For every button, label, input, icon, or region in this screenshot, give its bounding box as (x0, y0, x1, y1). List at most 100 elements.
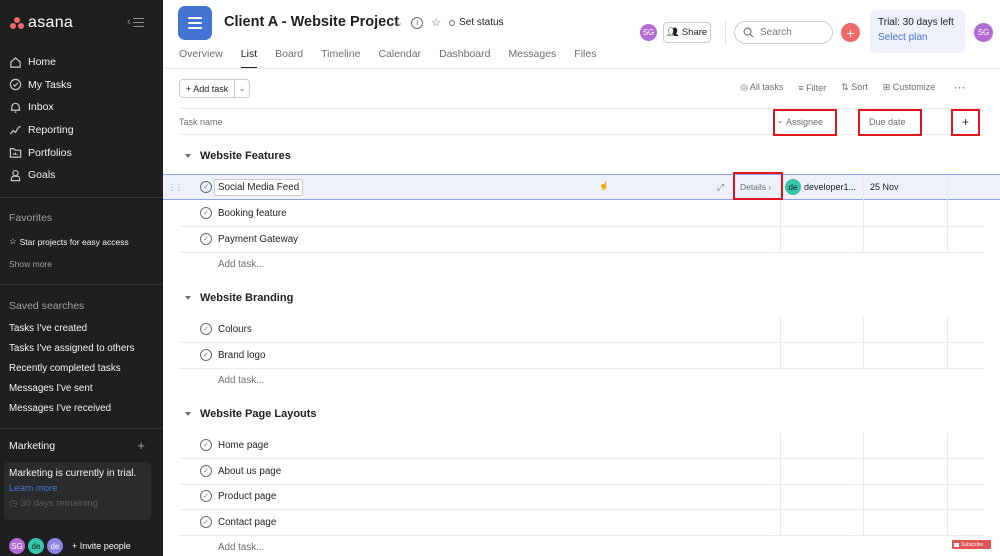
assignee-cell[interactable]: de developer1... (785, 179, 856, 195)
tab-dashboard[interactable]: Dashboard (439, 48, 490, 69)
all-tasks-button[interactable]: ◎ All tasks (740, 82, 783, 93)
chevron-down-icon[interactable]: ⌄ (394, 16, 403, 29)
project-list-icon (178, 6, 212, 40)
add-task-row[interactable]: Add task... (218, 375, 264, 386)
complete-check-icon[interactable]: ✓ (200, 349, 212, 361)
task-row[interactable]: ✓ Product page (179, 484, 984, 510)
section-header[interactable]: Website Page Layouts (185, 408, 317, 420)
sort-icon: ⇅ (841, 82, 852, 92)
star-icon: ☆ (9, 236, 17, 246)
tab-calendar[interactable]: Calendar (378, 48, 421, 69)
task-name[interactable]: Colours (218, 324, 252, 335)
task-row[interactable]: ✓ About us page (179, 459, 984, 485)
add-task-row[interactable]: Add task... (218, 259, 264, 270)
customize-button[interactable]: ⊞ Customize (883, 82, 936, 93)
more-options-icon[interactable]: ··· (954, 83, 966, 93)
tab-board[interactable]: Board (275, 48, 303, 69)
task-row-selected[interactable]: ⋮⋮ ✓ Social Media Feed ☝ ⤢ Details › de d… (163, 174, 1000, 201)
add-team-icon[interactable]: + (137, 439, 145, 452)
filter-button[interactable]: ≡ Filter (798, 83, 826, 93)
complete-check-icon[interactable]: ✓ (200, 516, 212, 528)
user-avatar[interactable]: SG (974, 23, 993, 42)
invite-people-button[interactable]: + Invite people (72, 541, 131, 551)
sort-label: Sort (851, 82, 868, 92)
complete-check-icon[interactable]: ✓ (200, 207, 212, 219)
folder-icon (9, 148, 22, 158)
task-row[interactable]: ✓ Booking feature (179, 201, 984, 227)
add-task-button[interactable]: + Add task (180, 80, 236, 97)
task-row[interactable]: ✓ Home page (179, 433, 984, 459)
task-name-column[interactable]: Task name (179, 117, 223, 127)
subtask-expand-icon[interactable]: ⤢ (717, 182, 724, 193)
caret-down-icon (185, 412, 191, 416)
complete-check-icon[interactable]: ✓ (200, 233, 212, 245)
complete-check-icon[interactable]: ✓ (200, 490, 212, 502)
sidebar-item-inbox[interactable]: Inbox (0, 96, 163, 119)
sidebar-item-home[interactable]: Home (0, 51, 163, 74)
saved-search-item[interactable]: Messages I've received (9, 402, 134, 422)
add-task-dropdown[interactable]: ⌄ (235, 80, 249, 97)
task-row[interactable]: ✓ Brand logo (179, 343, 984, 369)
share-button[interactable]: 👥︎ Share (663, 22, 711, 43)
project-tabs: Overview List Board Timeline Calendar Da… (179, 48, 596, 69)
section-header[interactable]: Website Branding (185, 292, 293, 304)
tab-messages[interactable]: Messages (508, 48, 556, 69)
sidebar-item-my-tasks[interactable]: My Tasks (0, 74, 163, 97)
complete-check-icon[interactable]: ✓ (200, 439, 212, 451)
team-name[interactable]: Marketing (9, 440, 55, 452)
sidebar-item-portfolios[interactable]: Portfolios (0, 141, 163, 164)
complete-check-icon[interactable]: ✓ (200, 181, 212, 193)
task-name[interactable]: Payment Gateway (218, 234, 298, 245)
saved-search-item[interactable]: Tasks I've assigned to others (9, 342, 134, 362)
saved-search-item[interactable]: Messages I've sent (9, 382, 134, 402)
cursor-icon: ☝ (599, 181, 609, 190)
sidebar-item-reporting[interactable]: Reporting (0, 119, 163, 142)
subscribe-badge[interactable]: Subscribe (952, 540, 991, 549)
set-status-button[interactable]: Set status (449, 17, 504, 28)
due-date-cell[interactable]: 25 Nov (870, 182, 899, 192)
sort-button[interactable]: ⇅ Sort (841, 82, 868, 93)
complete-check-icon[interactable]: ✓ (200, 323, 212, 335)
task-name[interactable]: Product page (218, 491, 276, 502)
search-box[interactable] (734, 21, 833, 44)
drag-handle-icon[interactable]: ⋮⋮ (168, 183, 183, 192)
add-task-row[interactable]: Add task... (218, 542, 264, 553)
tab-overview[interactable]: Overview (179, 48, 223, 69)
asana-logo[interactable]: asana (10, 14, 73, 32)
task-name[interactable]: Contact page (218, 517, 276, 528)
check-circle-icon: ◎ (740, 82, 750, 92)
task-row[interactable]: ✓ Payment Gateway (179, 227, 984, 253)
avatar[interactable]: de (28, 538, 44, 554)
task-row[interactable]: ✓ Colours (179, 317, 984, 343)
star-icon[interactable]: ☆ (431, 16, 441, 29)
caret-down-icon (185, 296, 191, 300)
member-avatar[interactable]: SG (640, 24, 657, 41)
subscribe-label: Subscribe (961, 541, 984, 548)
main-content: Client A - Website Project ⌄ i ☆ Set sta… (163, 0, 1000, 556)
task-name[interactable]: Home page (218, 440, 269, 451)
task-row[interactable]: ✓ Contact page (179, 510, 984, 536)
sidebar-item-goals[interactable]: Goals (0, 164, 163, 187)
learn-more-link[interactable]: Learn more (9, 483, 146, 494)
avatar[interactable]: SG (9, 538, 25, 554)
show-more-link[interactable]: Show more (9, 259, 52, 269)
tab-files[interactable]: Files (574, 48, 596, 69)
complete-check-icon[interactable]: ✓ (200, 465, 212, 477)
section-header[interactable]: Website Features (185, 150, 291, 162)
task-name[interactable]: Brand logo (218, 350, 265, 361)
avatar[interactable]: de (47, 538, 63, 554)
tab-timeline[interactable]: Timeline (321, 48, 360, 69)
saved-search-item[interactable]: Tasks I've created (9, 322, 134, 342)
saved-search-item[interactable]: Recently completed tasks (9, 362, 134, 382)
task-name[interactable]: Booking feature (218, 208, 287, 219)
select-plan-link[interactable]: Select plan (878, 32, 957, 43)
task-name[interactable]: About us page (218, 466, 281, 477)
info-icon[interactable]: i (411, 16, 424, 29)
tab-list[interactable]: List (240, 48, 258, 69)
collapse-sidebar-button[interactable]: ‹ (127, 15, 147, 29)
quick-add-button[interactable]: + (841, 23, 860, 42)
search-input[interactable] (760, 27, 820, 38)
task-name-input[interactable]: Social Media Feed (214, 179, 304, 196)
add-task-group: + Add task ⌄ (179, 79, 251, 98)
app: asana ‹ Home My Tasks Inbox Reporting Po… (0, 0, 1000, 556)
